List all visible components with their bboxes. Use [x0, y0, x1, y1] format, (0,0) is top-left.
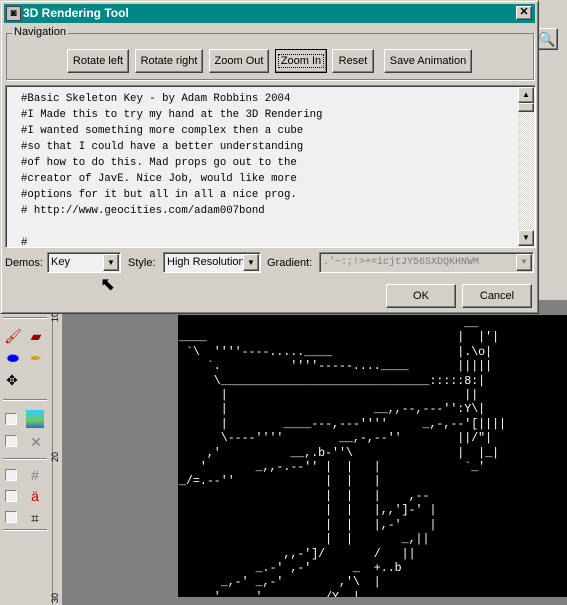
checkbox[interactable]	[5, 490, 17, 502]
rotate-left-button[interactable]: Rotate left	[67, 49, 129, 73]
gradient-label: Gradient:	[267, 257, 313, 269]
style-label: Style:	[128, 257, 156, 269]
checkbox[interactable]	[5, 511, 17, 523]
character-icon[interactable]: ä	[26, 487, 44, 505]
pen-icon[interactable]: ✒	[27, 349, 45, 367]
ruler-label: 20	[50, 451, 61, 463]
gradient-select[interactable]: .'~:;!>+=icjtJY56SXDQKHNWM ▼	[319, 252, 534, 273]
script-text: #Basic Skeleton Key - by Adam Robbins 20…	[21, 91, 322, 251]
scroll-down-button[interactable]: ▼	[518, 230, 534, 246]
dialog-title: 3D Rendering Tool	[23, 6, 129, 20]
checkbox[interactable]	[5, 413, 17, 425]
script-line: #	[21, 237, 28, 249]
divider	[3, 317, 47, 319]
demos-select[interactable]: Key ▼	[47, 252, 121, 273]
script-line: #I wanted something more complex then a …	[21, 125, 304, 137]
scroll-thumb[interactable]	[518, 103, 534, 112]
vertical-scrollbar[interactable]: ▲ ▼	[518, 87, 534, 246]
tool-palette: 🖌 ▰ ⬬ ✒ ✥ ✕ # ä ⌗	[0, 313, 50, 605]
brush-icon[interactable]: 🖌	[4, 327, 22, 345]
divider	[3, 529, 47, 531]
group-label: Navigation	[12, 26, 68, 38]
zoom-in-tool-icon[interactable]: 🔍	[536, 28, 558, 50]
image-icon[interactable]	[26, 410, 44, 428]
move-icon[interactable]: ✥	[3, 371, 21, 389]
style-select[interactable]: High Resolution ▼	[163, 252, 261, 273]
script-line: #options for it but all in all a nice pr…	[21, 189, 297, 201]
script-line: #so that I could have a better understan…	[21, 141, 304, 153]
chevron-down-icon[interactable]: ▼	[516, 254, 532, 271]
script-textarea[interactable]: #Basic Skeleton Key - by Adam Robbins 20…	[5, 85, 536, 251]
mouse-cursor-icon: ⬉	[100, 274, 116, 294]
divider	[3, 458, 47, 460]
script-line	[21, 219, 322, 235]
cancel-button[interactable]: Cancel	[462, 284, 532, 308]
wireframe-icon[interactable]: ✕	[27, 433, 45, 451]
demos-label: Demos:	[5, 257, 43, 269]
script-line: #Basic Skeleton Key - by Adam Robbins 20…	[21, 93, 291, 105]
crop-icon[interactable]: ⌗	[26, 509, 44, 527]
rendering-dialog: ◙ 3D Rendering Tool ✕ Navigation Rotate …	[0, 0, 539, 314]
scroll-up-button[interactable]: ▲	[518, 87, 534, 103]
ok-button[interactable]: OK	[386, 284, 456, 308]
checkbox[interactable]	[5, 469, 17, 481]
close-button[interactable]: ✕	[516, 6, 532, 20]
checkbox[interactable]	[5, 435, 17, 447]
title-bar[interactable]: ◙ 3D Rendering Tool ✕	[4, 4, 535, 23]
script-line: #of how to do this. Mad props go out to …	[21, 157, 297, 169]
eraser-icon[interactable]: ▰	[27, 327, 45, 345]
zoom-out-button[interactable]: Zoom Out	[209, 49, 269, 73]
script-line: #creator of JavE. Nice Job, would like m…	[21, 173, 297, 185]
grid-icon[interactable]: #	[26, 466, 44, 484]
chevron-down-icon[interactable]: ▼	[243, 254, 259, 271]
script-line: # http://www.geocities.com/adam007bond	[21, 205, 265, 217]
divider	[3, 399, 47, 401]
ascii-canvas[interactable]: __ ____ | |'| `\ ''''----.....____ |.\o|…	[178, 315, 567, 597]
ruler-label: 30	[50, 592, 61, 604]
ascii-art: __ ____ | |'| `\ ''''----.....____ |.\o|…	[179, 317, 506, 597]
app-icon: ◙	[6, 6, 21, 21]
rotate-right-button[interactable]: Rotate right	[135, 49, 203, 73]
fill-icon[interactable]: ⬬	[4, 349, 22, 367]
save-animation-button[interactable]: Save Animation	[384, 49, 472, 73]
script-line: #I Made this to try my hand at the 3D Re…	[21, 109, 323, 121]
vertical-ruler: 10 20 30	[50, 300, 62, 605]
zoom-in-button[interactable]: Zoom In	[275, 49, 327, 73]
chevron-down-icon[interactable]: ▼	[103, 254, 119, 271]
reset-button[interactable]: Reset	[332, 49, 374, 73]
